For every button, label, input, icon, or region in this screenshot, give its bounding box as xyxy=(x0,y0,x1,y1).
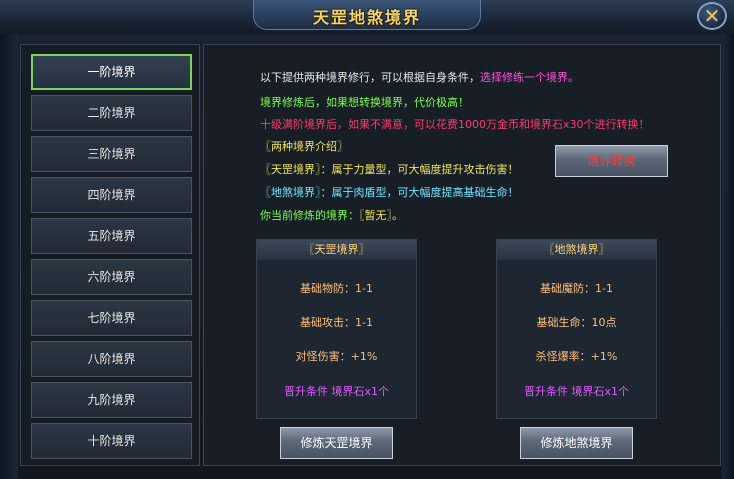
tier-item-5[interactable]: 五阶境界 xyxy=(31,218,192,254)
tier-item-8[interactable]: 八阶境界 xyxy=(31,341,192,377)
tier-item-9[interactable]: 九阶境界 xyxy=(31,382,192,418)
tier-item-7[interactable]: 七阶境界 xyxy=(31,300,192,336)
window-title: 天罡地煞境界 xyxy=(312,8,421,27)
tier-item-3[interactable]: 三阶境界 xyxy=(31,136,192,172)
tier-item-1[interactable]: 一阶境界 xyxy=(31,54,192,90)
intro-line-1b: 选择修练一个境界。 xyxy=(480,71,579,84)
intro-line-1: 以下提供两种境界修行，可以根据自身条件，选择修练一个境界。 xyxy=(260,69,579,85)
tier-item-2[interactable]: 二阶境界 xyxy=(31,95,192,131)
tier-item-6[interactable]: 六阶境界 xyxy=(31,259,192,295)
tier-item-10[interactable]: 十阶境界 xyxy=(31,423,192,459)
tiangang-stat-attack: 基础攻击：1-1 xyxy=(300,316,373,329)
left-frame-ornament xyxy=(0,34,18,479)
intro-line-2: 境界修炼后，如果想转换境界，代价极高！ xyxy=(260,96,469,109)
train-tiangang-button[interactable]: 修炼天罡境界 xyxy=(280,427,393,459)
tiangang-card-header: 〖天罡境界〗 xyxy=(257,240,416,260)
intro-line-4: 〖两种境界介绍〗 xyxy=(260,140,348,153)
realm-switch-button[interactable]: 境界转换 xyxy=(555,145,668,177)
realm-window: 天罡地煞境界 ✕ 一阶境界 二阶境界 三阶境界 四阶境界 五阶境界 六阶境界 七… xyxy=(0,0,734,479)
tiangang-stat-defense: 基础物防：1-1 xyxy=(300,282,373,295)
tiangang-stat-monster-damage: 对怪伤害：+1% xyxy=(295,350,378,363)
intro-line-7: 你当前修炼的境界：〖暂无〗。 xyxy=(260,207,403,223)
intro-line-3: 十级满阶境界后，如果不满意，可以花费1000万金币和境界石x30个进行转换！ xyxy=(260,118,650,131)
intro-line-5: 〖天罡境界〗：属于力量型，可大幅度提升攻击伤害！ xyxy=(260,163,519,176)
disha-requirement: 晋升条件 境界石x1个 xyxy=(523,385,629,398)
disha-stat-magic-defense: 基础魔防：1-1 xyxy=(540,282,613,295)
tier-item-4[interactable]: 四阶境界 xyxy=(31,177,192,213)
train-disha-button[interactable]: 修炼地煞境界 xyxy=(520,427,633,459)
intro-line-6: 〖地煞境界〗：属于肉盾型，可大幅度提高基础生命！ xyxy=(260,186,519,199)
tiangang-requirement: 晋升条件 境界石x1个 xyxy=(283,385,389,398)
current-realm-label: 你当前修炼的境界： xyxy=(260,209,359,222)
right-frame-ornament xyxy=(722,34,734,479)
tiangang-card: 〖天罡境界〗 基础物防：1-1 基础攻击：1-1 对怪伤害：+1% 晋升条件 境… xyxy=(256,239,417,419)
current-realm-value: 〖暂无〗。 xyxy=(359,209,403,222)
disha-stat-hp: 基础生命：10点 xyxy=(536,316,617,329)
disha-card: 〖地煞境界〗 基础魔防：1-1 基础生命：10点 杀怪爆率：+1% 晋升条件 境… xyxy=(496,239,657,419)
disha-stat-drop-rate: 杀怪爆率：+1% xyxy=(535,350,618,363)
tier-list: 一阶境界 二阶境界 三阶境界 四阶境界 五阶境界 六阶境界 七阶境界 八阶境界 … xyxy=(20,44,200,466)
disha-card-header: 〖地煞境界〗 xyxy=(497,240,656,260)
intro-line-1a: 以下提供两种境界修行，可以根据自身条件， xyxy=(260,71,480,84)
close-icon[interactable]: ✕ xyxy=(697,2,727,30)
